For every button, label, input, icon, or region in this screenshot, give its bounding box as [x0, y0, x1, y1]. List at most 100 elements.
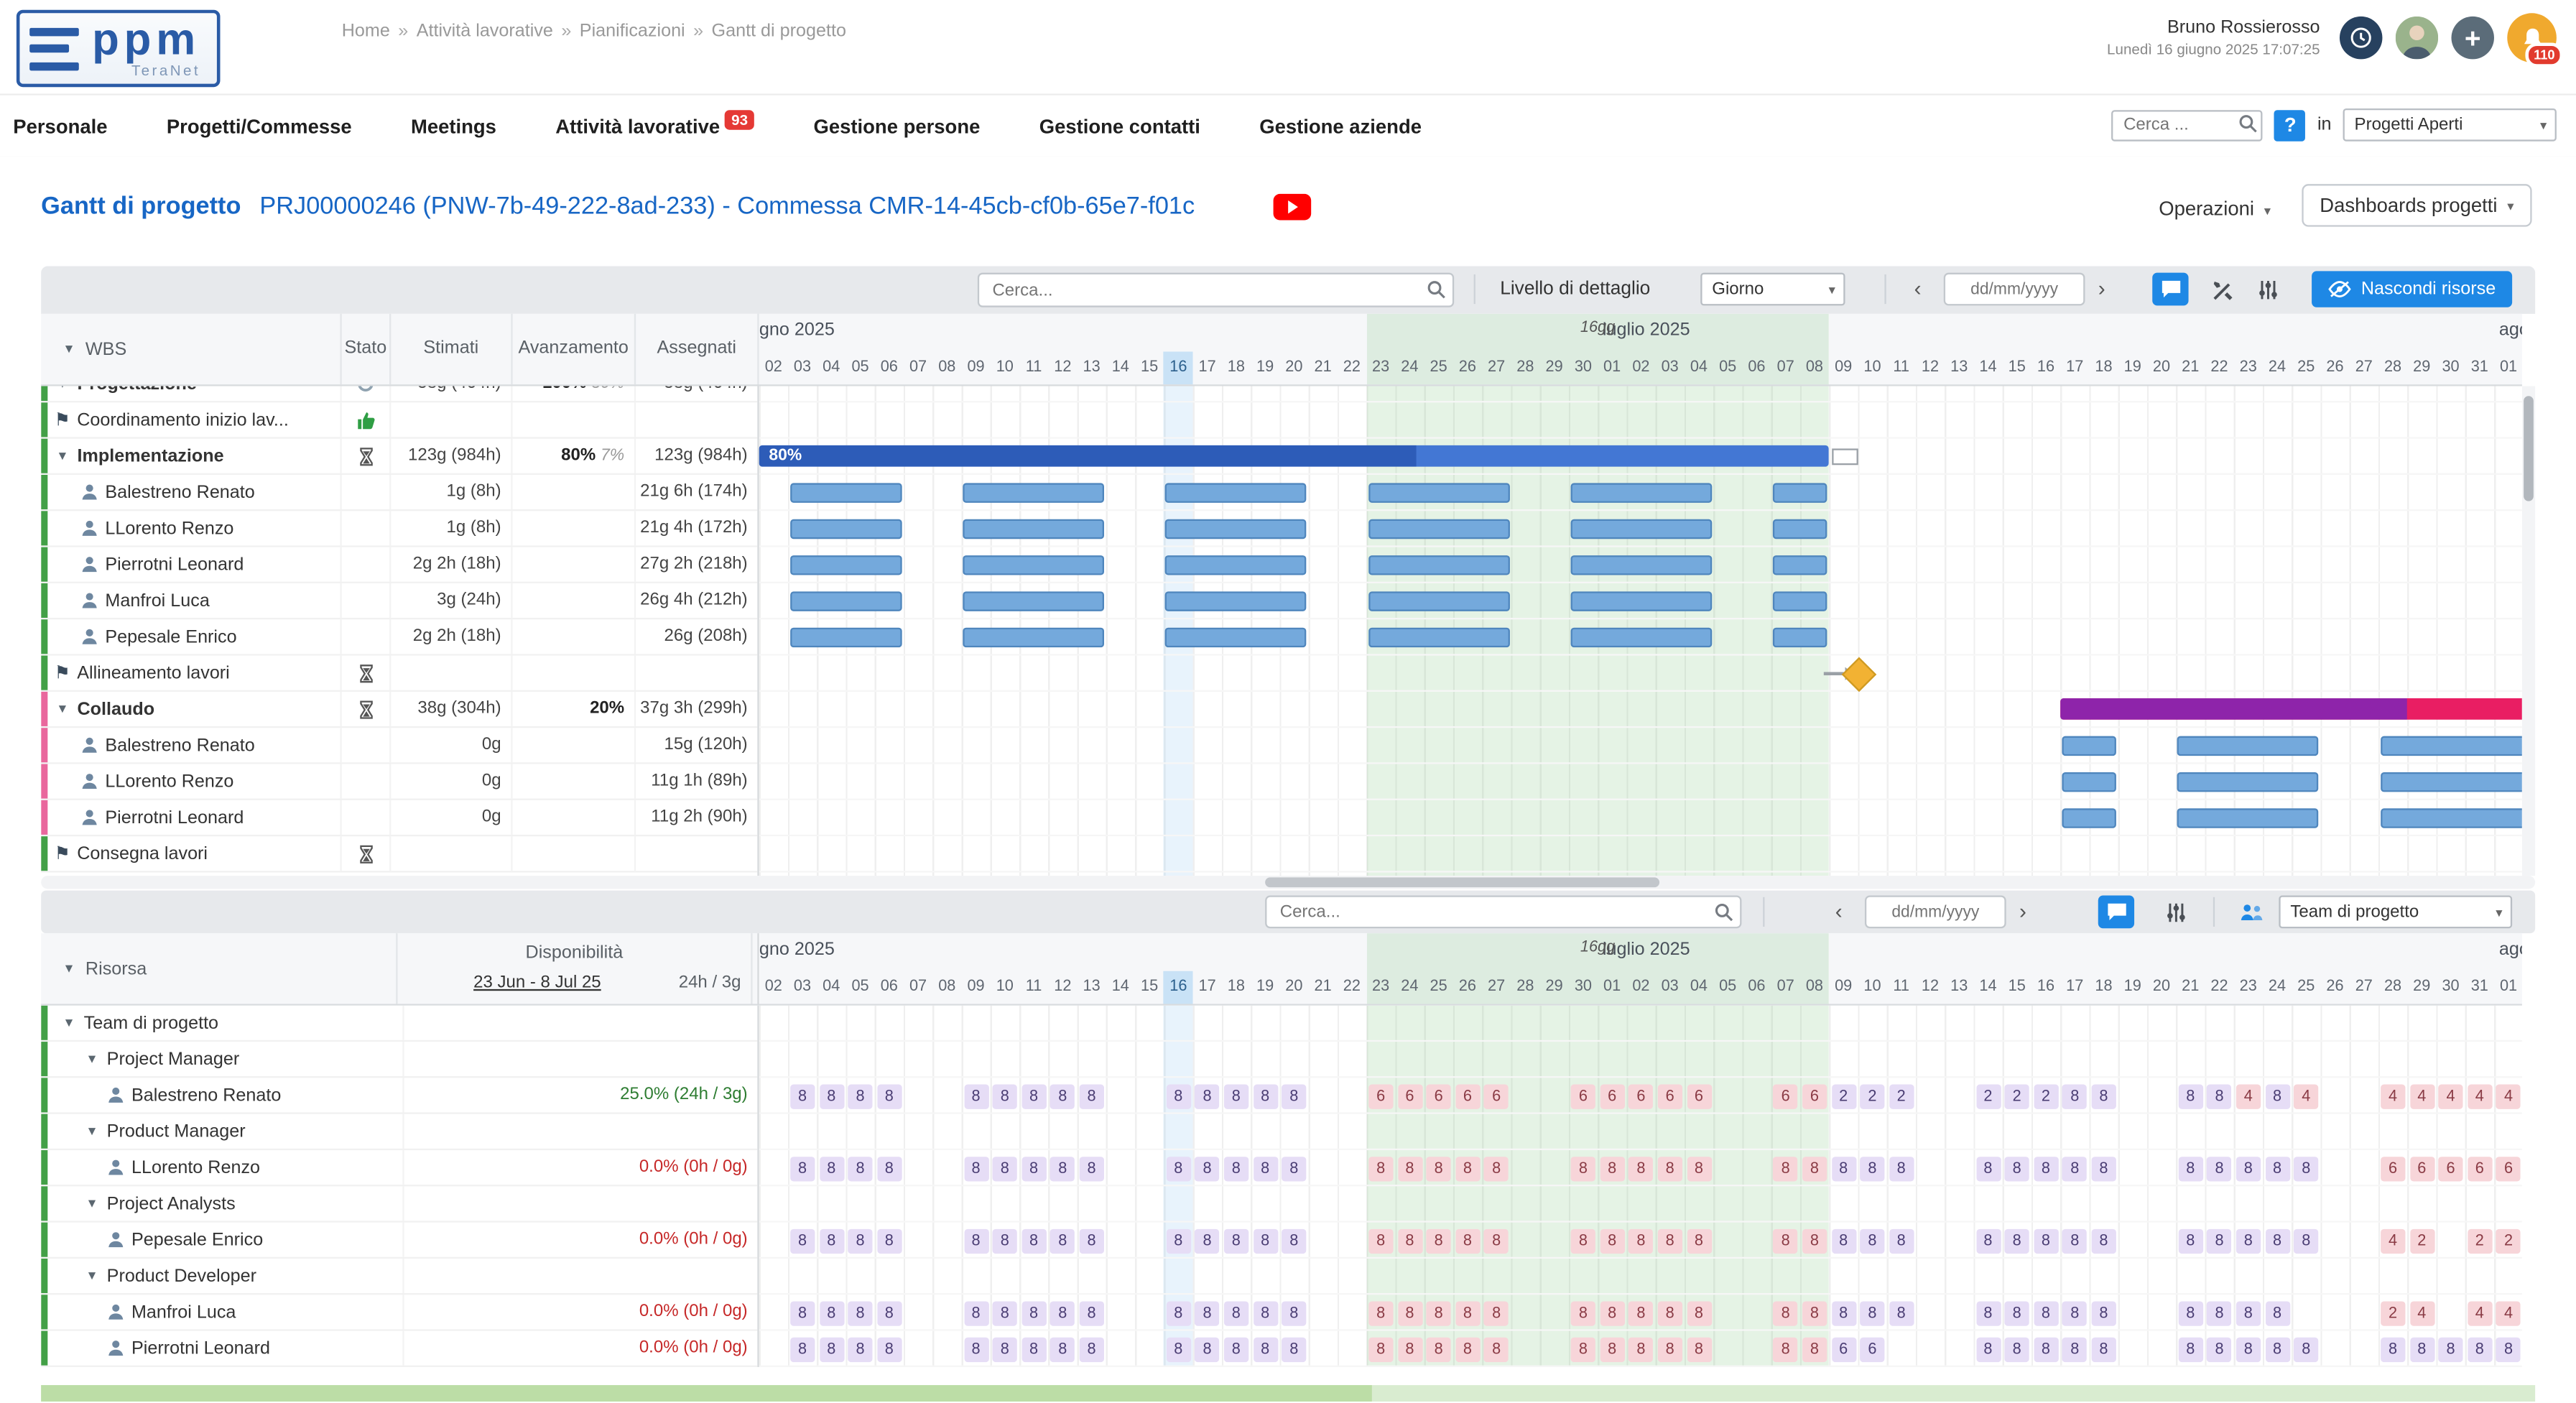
resource-row[interactable]: ▾Project Analysts [41, 1186, 757, 1222]
allocation-cell[interactable]: 8 [2091, 1300, 2116, 1325]
allocation-cell[interactable]: 8 [1282, 1083, 1306, 1108]
resource-row[interactable]: LLorento Renzo0.0% (0h / 0g) [41, 1150, 757, 1186]
allocation-cell[interactable]: 8 [2178, 1083, 2202, 1108]
allocation-cell[interactable]: 8 [1484, 1228, 1509, 1253]
allocation-cell[interactable]: 4 [2468, 1300, 2492, 1325]
allocation-cell[interactable]: 8 [2438, 1337, 2463, 1361]
allocation-cell[interactable]: 8 [1802, 1300, 1827, 1325]
allocation-cell[interactable]: 8 [2265, 1228, 2289, 1253]
task-bar[interactable] [963, 483, 1105, 502]
allocation-cell[interactable]: 8 [1889, 1156, 1914, 1180]
comments-button[interactable] [2098, 896, 2134, 929]
wbs-row[interactable]: Balestreno Renato1g (8h)21g 6h (174h) [41, 475, 757, 511]
allocation-cell[interactable]: 8 [2062, 1083, 2087, 1108]
task-bar[interactable] [2380, 772, 2522, 792]
allocation-cell[interactable]: 8 [2091, 1337, 2116, 1361]
allocation-cell[interactable]: 6 [1860, 1337, 1884, 1361]
nav-item-gestione-contatti[interactable]: Gestione contatti [1039, 114, 1200, 137]
allocation-cell[interactable]: 6 [2468, 1156, 2492, 1180]
allocation-cell[interactable]: 8 [993, 1337, 1017, 1361]
allocation-cell[interactable]: 8 [1253, 1083, 1277, 1108]
task-bar[interactable] [963, 519, 1105, 539]
allocation-cell[interactable]: 8 [2034, 1337, 2058, 1361]
allocation-cell[interactable]: 8 [1628, 1300, 1653, 1325]
allocation-cell[interactable]: 6 [1802, 1083, 1827, 1108]
allocation-cell[interactable]: 8 [790, 1337, 815, 1361]
allocation-cell[interactable]: 8 [2265, 1083, 2289, 1108]
allocation-cell[interactable]: 8 [1397, 1156, 1422, 1180]
allocation-cell[interactable]: 8 [1079, 1156, 1103, 1180]
nav-item-meetings[interactable]: Meetings [411, 114, 496, 137]
allocation-cell[interactable]: 8 [2265, 1300, 2289, 1325]
wbs-row[interactable]: Manfroi Luca3g (24h)26g 4h (212h) [41, 583, 757, 619]
allocation-cell[interactable]: 8 [790, 1083, 815, 1108]
allocation-cell[interactable]: 8 [1484, 1156, 1509, 1180]
allocation-cell[interactable]: 6 [1455, 1083, 1480, 1108]
column-header-risorsa[interactable]: ▾ Risorsa [47, 933, 397, 1004]
allocation-cell[interactable]: 8 [877, 1083, 902, 1108]
allocation-cell[interactable]: 8 [1628, 1156, 1653, 1180]
allocation-cell[interactable]: 8 [1484, 1337, 1509, 1361]
allocation-cell[interactable]: 8 [877, 1300, 902, 1325]
allocation-cell[interactable]: 8 [1021, 1083, 1046, 1108]
allocation-cell[interactable]: 8 [1050, 1228, 1075, 1253]
allocation-cell[interactable]: 8 [819, 1228, 843, 1253]
allocation-cell[interactable]: 8 [2178, 1228, 2202, 1253]
allocation-cell[interactable]: 4 [2236, 1083, 2261, 1108]
task-bar[interactable] [963, 591, 1105, 611]
allocation-cell[interactable]: 8 [1628, 1337, 1653, 1361]
wbs-row[interactable]: ▾Progettazione58g (464h)100%50%58g (464h… [41, 386, 757, 402]
allocation-cell[interactable]: 8 [1253, 1337, 1277, 1361]
allocation-cell[interactable]: 8 [2207, 1156, 2231, 1180]
allocation-cell[interactable]: 8 [2381, 1337, 2405, 1361]
allocation-cell[interactable]: 8 [1079, 1337, 1103, 1361]
allocation-cell[interactable]: 8 [963, 1300, 988, 1325]
allocation-cell[interactable]: 8 [2091, 1083, 2116, 1108]
allocation-cell[interactable]: 8 [2062, 1228, 2087, 1253]
allocation-cell[interactable]: 8 [1079, 1300, 1103, 1325]
tree-expander-icon[interactable]: ▾ [61, 1014, 78, 1032]
allocation-cell[interactable]: 8 [1600, 1228, 1624, 1253]
allocation-cell[interactable]: 8 [1195, 1300, 1219, 1325]
task-bar[interactable] [789, 483, 902, 502]
tree-expander-icon[interactable]: ▾ [84, 1050, 101, 1068]
allocation-cell[interactable]: 8 [2236, 1300, 2261, 1325]
task-bar[interactable] [1773, 555, 1827, 575]
allocation-cell[interactable]: 8 [1975, 1300, 2000, 1325]
allocation-cell[interactable]: 8 [1224, 1300, 1248, 1325]
task-bar[interactable] [2177, 772, 2319, 792]
allocation-cell[interactable]: 8 [1658, 1300, 1682, 1325]
allocation-cell[interactable]: 8 [1774, 1300, 1798, 1325]
allocation-cell[interactable]: 8 [2062, 1300, 2087, 1325]
allocation-cell[interactable]: 8 [2005, 1300, 2029, 1325]
wbs-row[interactable]: Balestreno Renato0g15g (120h) [41, 728, 757, 764]
task-bar[interactable] [1773, 628, 1827, 647]
wbs-row[interactable]: Pierrotni Leonard2g 2h (18h)27g 2h (218h… [41, 547, 757, 583]
allocation-cell[interactable]: 8 [2294, 1156, 2318, 1180]
allocation-cell[interactable]: 8 [1397, 1300, 1422, 1325]
allocation-cell[interactable]: 8 [1166, 1337, 1190, 1361]
allocation-cell[interactable]: 8 [2005, 1228, 2029, 1253]
allocation-cell[interactable]: 8 [1687, 1228, 1711, 1253]
allocation-cell[interactable]: 8 [790, 1228, 815, 1253]
task-bar[interactable] [789, 628, 902, 647]
allocation-cell[interactable]: 8 [1368, 1337, 1393, 1361]
app-logo[interactable]: ppm TeraNet [17, 10, 221, 87]
allocation-cell[interactable]: 8 [963, 1228, 988, 1253]
allocation-cell[interactable]: 8 [1368, 1300, 1393, 1325]
task-bar[interactable] [1570, 483, 1712, 502]
task-bar[interactable] [1368, 483, 1509, 502]
task-bar[interactable] [2062, 808, 2116, 828]
task-bar[interactable] [1368, 628, 1509, 647]
detail-level-select[interactable]: Giorno ▾ [1700, 273, 1845, 306]
allocation-cell[interactable]: 8 [1427, 1156, 1451, 1180]
allocation-cell[interactable]: 8 [819, 1337, 843, 1361]
project-scope-select[interactable]: Progetti Aperti ▾ [2343, 108, 2557, 142]
allocation-cell[interactable]: 8 [1224, 1156, 1248, 1180]
allocation-cell[interactable]: 8 [1195, 1156, 1219, 1180]
allocation-cell[interactable]: 8 [1571, 1228, 1595, 1253]
allocation-cell[interactable]: 6 [1484, 1083, 1509, 1108]
tree-expander-icon[interactable]: ▾ [54, 700, 70, 718]
resource-row[interactable]: Manfroi Luca0.0% (0h / 0g) [41, 1295, 757, 1330]
vertical-scrollbar[interactable] [2522, 386, 2535, 876]
